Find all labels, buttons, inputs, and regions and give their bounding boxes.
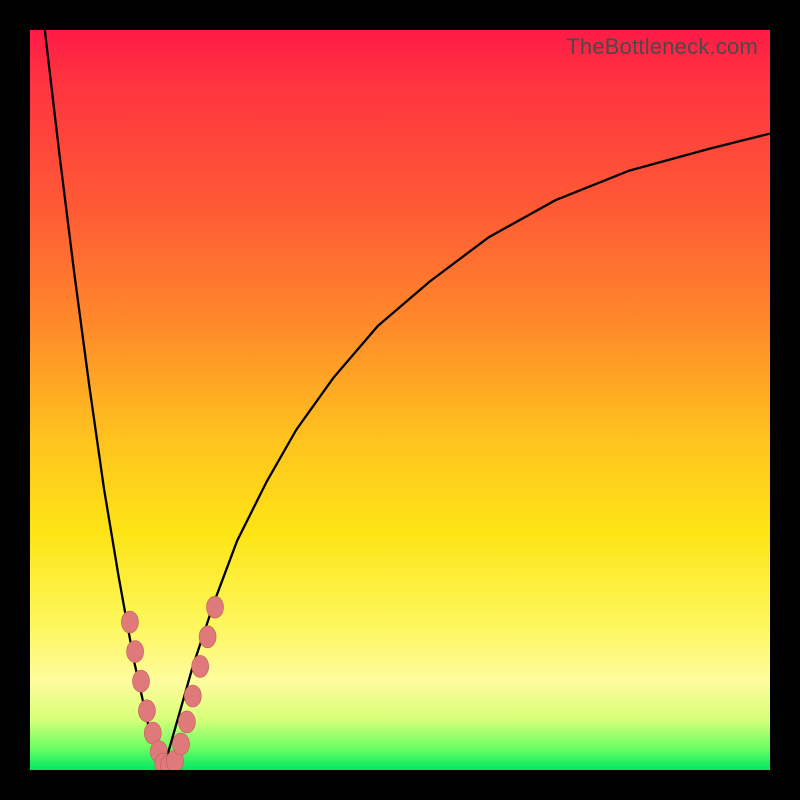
curve-marker <box>127 641 144 663</box>
curve-right-branch <box>163 134 770 770</box>
curve-marker <box>138 700 155 722</box>
curve-marker <box>121 611 138 633</box>
chart-frame: TheBottleneck.com <box>0 0 800 800</box>
curve-marker <box>192 655 209 677</box>
curve-marker <box>173 733 190 755</box>
curve-marker <box>184 685 201 707</box>
curve-marker <box>207 596 224 618</box>
curve-marker <box>178 711 195 733</box>
plot-area: TheBottleneck.com <box>30 30 770 770</box>
curve-left-branch <box>45 30 163 770</box>
curve-marker <box>133 670 150 692</box>
curve-marker <box>199 626 216 648</box>
bottleneck-curve <box>30 30 770 770</box>
